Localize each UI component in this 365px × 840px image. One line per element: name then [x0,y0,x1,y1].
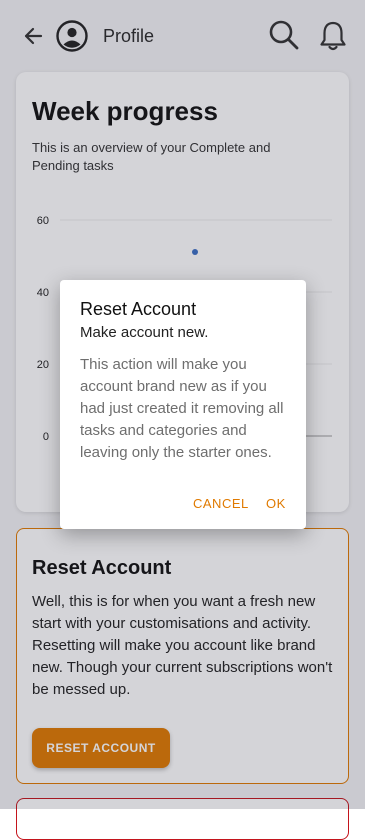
dialog-title: Reset Account [80,299,197,319]
dialog-subtitle: Make account new. [80,324,209,341]
dialog-cancel-button[interactable]: CANCEL [193,496,249,511]
reset-account-dialog: Reset Account Make account new. This act… [60,280,306,529]
dialog-ok-button[interactable]: OK [266,496,286,511]
dialog-message: This action will make you account brand … [80,356,284,461]
